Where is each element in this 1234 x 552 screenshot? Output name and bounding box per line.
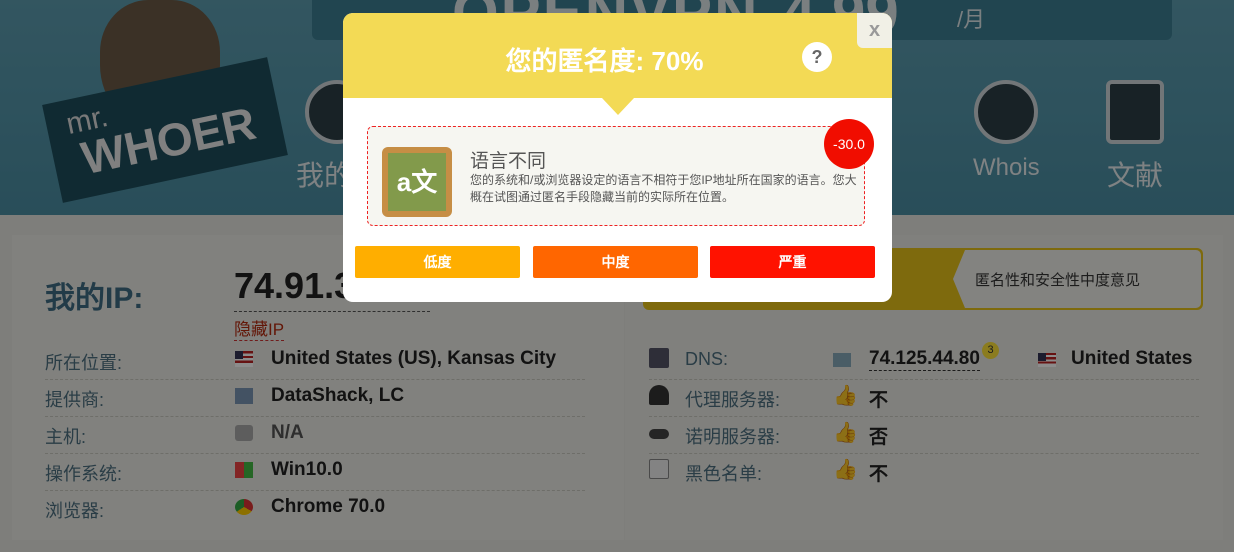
language-icon: a文 xyxy=(382,147,452,217)
medium-button[interactable]: 中度 xyxy=(533,246,698,278)
issue-item: a文 语言不同 您的系统和/或浏览器设定的语言不相符于您IP地址所在国家的语言。… xyxy=(367,126,865,226)
anonymity-modal: 您的匿名度: 70% ? x a文 语言不同 您的系统和/或浏览器设定的语言不相… xyxy=(343,13,892,302)
issue-title: 语言不同 xyxy=(470,151,547,172)
language-icon-text: a文 xyxy=(388,153,446,211)
help-icon[interactable]: ? xyxy=(802,42,832,72)
pointer-arrow xyxy=(602,98,634,115)
modal-header: 您的匿名度: 70% ? x xyxy=(343,13,892,98)
score-badge: -30.0 xyxy=(824,119,874,169)
close-button[interactable]: x xyxy=(857,13,892,48)
issue-description: 您的系统和/或浏览器设定的语言不相符于您IP地址所在国家的语言。您大概在试图通过… xyxy=(470,173,857,204)
severe-button[interactable]: 严重 xyxy=(710,246,875,278)
low-button[interactable]: 低度 xyxy=(355,246,520,278)
